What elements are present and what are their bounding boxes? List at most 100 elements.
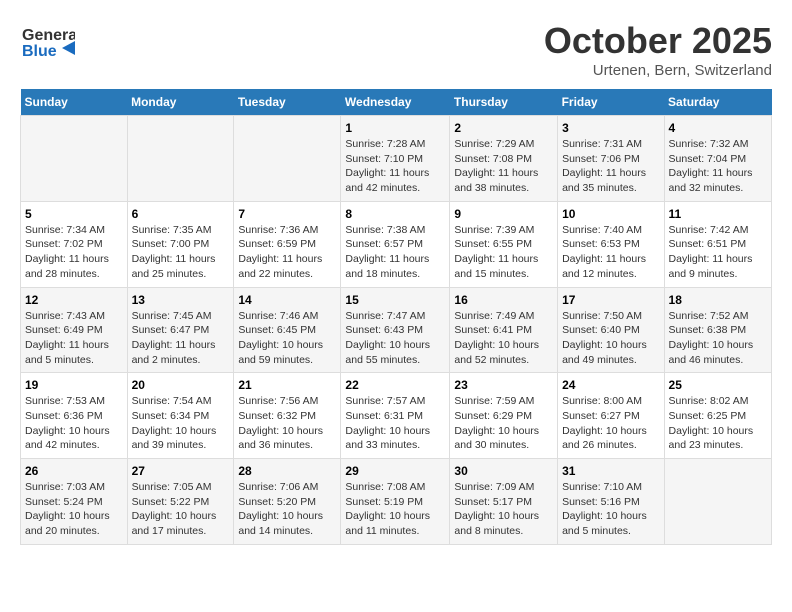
calendar-cell [21, 116, 128, 202]
calendar-cell: 10 Sunrise: 7:40 AM Sunset: 6:53 PM Dayli… [558, 201, 664, 287]
day-number: 11 [669, 207, 767, 221]
calendar-header: SundayMondayTuesdayWednesdayThursdayFrid… [21, 89, 772, 116]
day-info: Sunrise: 7:59 AM Sunset: 6:29 PM Dayligh… [454, 394, 553, 453]
day-info: Sunrise: 7:40 AM Sunset: 6:53 PM Dayligh… [562, 223, 659, 282]
calendar-cell: 8Sunrise: 7:38 AM Sunset: 6:57 PM Daylig… [341, 201, 450, 287]
weekday-header-monday: Monday [127, 89, 234, 116]
day-number: 26 [25, 464, 123, 478]
day-number: 5 [25, 207, 123, 221]
day-number: 3 [562, 121, 659, 135]
calendar-week-row: 1Sunrise: 7:28 AM Sunset: 7:10 PM Daylig… [21, 116, 772, 202]
day-number: 6 [132, 207, 230, 221]
calendar-cell: 18 Sunrise: 7:52 AM Sunset: 6:38 PM Dayli… [664, 287, 771, 373]
calendar-cell: 19Sunrise: 7:53 AM Sunset: 6:36 PM Dayli… [21, 373, 128, 459]
day-number: 16 [454, 293, 553, 307]
calendar-cell: 16Sunrise: 7:49 AM Sunset: 6:41 PM Dayli… [450, 287, 558, 373]
calendar-week-row: 5 Sunrise: 7:34 AM Sunset: 7:02 PM Daylig… [21, 201, 772, 287]
day-info: Sunrise: 7:03 AM Sunset: 5:24 PM Dayligh… [25, 480, 123, 539]
month-title: October 2025 [544, 20, 772, 62]
day-info: Sunrise: 7:50 AM Sunset: 6:40 PM Dayligh… [562, 309, 659, 368]
calendar-cell: 15Sunrise: 7:47 AM Sunset: 6:43 PM Dayli… [341, 287, 450, 373]
calendar-cell: 2 Sunrise: 7:29 AM Sunset: 7:08 PM Daylig… [450, 116, 558, 202]
day-number: 4 [669, 121, 767, 135]
day-info: Sunrise: 7:43 AM Sunset: 6:49 PM Dayligh… [25, 309, 123, 368]
day-number: 21 [238, 378, 336, 392]
logo: General Blue [20, 20, 75, 65]
calendar-cell: 24Sunrise: 8:00 AM Sunset: 6:27 PM Dayli… [558, 373, 664, 459]
day-info: Sunrise: 7:28 AM Sunset: 7:10 PM Dayligh… [345, 137, 445, 196]
day-info: Sunrise: 7:46 AM Sunset: 6:45 PM Dayligh… [238, 309, 336, 368]
calendar-cell: 21 Sunrise: 7:56 AM Sunset: 6:32 PM Dayli… [234, 373, 341, 459]
calendar-cell: 31Sunrise: 7:10 AM Sunset: 5:16 PM Dayli… [558, 459, 664, 545]
svg-text:General: General [22, 27, 75, 44]
calendar-cell [664, 459, 771, 545]
day-number: 22 [345, 378, 445, 392]
weekday-header-friday: Friday [558, 89, 664, 116]
day-info: Sunrise: 7:06 AM Sunset: 5:20 PM Dayligh… [238, 480, 336, 539]
day-info: Sunrise: 7:34 AM Sunset: 7:02 PM Dayligh… [25, 223, 123, 282]
calendar-cell: 7 Sunrise: 7:36 AM Sunset: 6:59 PM Daylig… [234, 201, 341, 287]
day-number: 12 [25, 293, 123, 307]
calendar-cell: 3 Sunrise: 7:31 AM Sunset: 7:06 PM Daylig… [558, 116, 664, 202]
day-number: 30 [454, 464, 553, 478]
day-info: Sunrise: 7:31 AM Sunset: 7:06 PM Dayligh… [562, 137, 659, 196]
day-info: Sunrise: 7:52 AM Sunset: 6:38 PM Dayligh… [669, 309, 767, 368]
day-number: 13 [132, 293, 230, 307]
calendar-table: SundayMondayTuesdayWednesdayThursdayFrid… [20, 89, 772, 545]
calendar-cell: 27Sunrise: 7:05 AM Sunset: 5:22 PM Dayli… [127, 459, 234, 545]
day-info: Sunrise: 7:35 AM Sunset: 7:00 PM Dayligh… [132, 223, 230, 282]
day-info: Sunrise: 7:39 AM Sunset: 6:55 PM Dayligh… [454, 223, 553, 282]
day-number: 17 [562, 293, 659, 307]
day-number: 10 [562, 207, 659, 221]
day-number: 29 [345, 464, 445, 478]
day-info: Sunrise: 7:45 AM Sunset: 6:47 PM Dayligh… [132, 309, 230, 368]
day-info: Sunrise: 7:08 AM Sunset: 5:19 PM Dayligh… [345, 480, 445, 539]
weekday-header-thursday: Thursday [450, 89, 558, 116]
day-info: Sunrise: 7:42 AM Sunset: 6:51 PM Dayligh… [669, 223, 767, 282]
weekday-header-sunday: Sunday [21, 89, 128, 116]
calendar-cell: 30 Sunrise: 7:09 AM Sunset: 5:17 PM Dayli… [450, 459, 558, 545]
day-number: 7 [238, 207, 336, 221]
day-info: Sunrise: 7:54 AM Sunset: 6:34 PM Dayligh… [132, 394, 230, 453]
calendar-cell: 25 Sunrise: 8:02 AM Sunset: 6:25 PM Dayli… [664, 373, 771, 459]
svg-text:Blue: Blue [22, 43, 57, 60]
day-number: 18 [669, 293, 767, 307]
location: Urtenen, Bern, Switzerland [544, 62, 772, 79]
day-number: 23 [454, 378, 553, 392]
calendar-cell: 20Sunrise: 7:54 AM Sunset: 6:34 PM Dayli… [127, 373, 234, 459]
day-info: Sunrise: 7:09 AM Sunset: 5:17 PM Dayligh… [454, 480, 553, 539]
day-info: Sunrise: 7:57 AM Sunset: 6:31 PM Dayligh… [345, 394, 445, 453]
calendar-body: 1Sunrise: 7:28 AM Sunset: 7:10 PM Daylig… [21, 116, 772, 545]
calendar-week-row: 26 Sunrise: 7:03 AM Sunset: 5:24 PM Dayli… [21, 459, 772, 545]
day-number: 28 [238, 464, 336, 478]
calendar-cell: 17 Sunrise: 7:50 AM Sunset: 6:40 PM Dayli… [558, 287, 664, 373]
calendar-cell [234, 116, 341, 202]
calendar-cell: 9 Sunrise: 7:39 AM Sunset: 6:55 PM Daylig… [450, 201, 558, 287]
day-number: 15 [345, 293, 445, 307]
weekday-header-tuesday: Tuesday [234, 89, 341, 116]
calendar-cell: 1Sunrise: 7:28 AM Sunset: 7:10 PM Daylig… [341, 116, 450, 202]
calendar-week-row: 19Sunrise: 7:53 AM Sunset: 6:36 PM Dayli… [21, 373, 772, 459]
day-info: Sunrise: 8:02 AM Sunset: 6:25 PM Dayligh… [669, 394, 767, 453]
day-number: 25 [669, 378, 767, 392]
weekday-header-wednesday: Wednesday [341, 89, 450, 116]
title-area: October 2025 Urtenen, Bern, Switzerland [544, 20, 772, 79]
day-number: 14 [238, 293, 336, 307]
weekday-header-saturday: Saturday [664, 89, 771, 116]
day-info: Sunrise: 7:32 AM Sunset: 7:04 PM Dayligh… [669, 137, 767, 196]
day-number: 19 [25, 378, 123, 392]
calendar-cell: 11 Sunrise: 7:42 AM Sunset: 6:51 PM Dayli… [664, 201, 771, 287]
calendar-cell: 29 Sunrise: 7:08 AM Sunset: 5:19 PM Dayli… [341, 459, 450, 545]
day-info: Sunrise: 7:36 AM Sunset: 6:59 PM Dayligh… [238, 223, 336, 282]
calendar-cell: 14 Sunrise: 7:46 AM Sunset: 6:45 PM Dayli… [234, 287, 341, 373]
calendar-week-row: 12 Sunrise: 7:43 AM Sunset: 6:49 PM Dayli… [21, 287, 772, 373]
day-number: 2 [454, 121, 553, 135]
page-header: General Blue October 2025 Urtenen, Bern,… [20, 20, 772, 79]
day-number: 9 [454, 207, 553, 221]
day-info: Sunrise: 7:38 AM Sunset: 6:57 PM Dayligh… [345, 223, 445, 282]
day-info: Sunrise: 7:10 AM Sunset: 5:16 PM Dayligh… [562, 480, 659, 539]
day-info: Sunrise: 7:05 AM Sunset: 5:22 PM Dayligh… [132, 480, 230, 539]
day-info: Sunrise: 7:56 AM Sunset: 6:32 PM Dayligh… [238, 394, 336, 453]
day-info: Sunrise: 7:29 AM Sunset: 7:08 PM Dayligh… [454, 137, 553, 196]
logo-icon: General Blue [20, 20, 75, 65]
